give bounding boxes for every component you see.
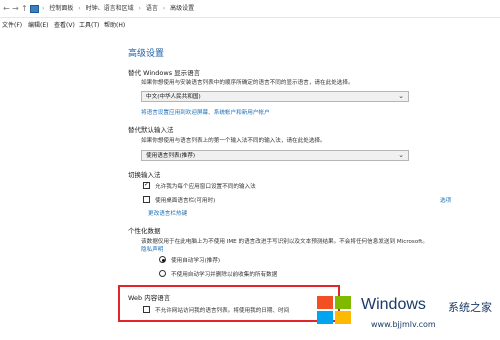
forward-arrow-icon[interactable]: → <box>12 4 19 14</box>
display-language-dropdown[interactable]: 中文(中华人民共和国) ⌄ <box>141 91 409 102</box>
breadcrumb[interactable]: › 控制面板 › 时钟、语言和区域 › 语言 › 高级设置 <box>42 5 197 13</box>
watermark: Windows 系统之家 www.bjjmlv.com <box>305 290 500 340</box>
menu-bar: 文件(F) 编辑(E) 查看(V) 工具(T) 帮助(H) <box>0 19 500 32</box>
desktop-language-bar-label: 使用桌面语言栏(可用时) <box>155 198 216 204</box>
privacy-statement-link[interactable]: 隐私声明 <box>141 245 163 253</box>
chevron-down-icon: ⌄ <box>398 151 404 159</box>
display-language-title: 替代 Windows 显示语言 <box>128 69 201 77</box>
breadcrumb-item-advanced-settings[interactable]: 高级设置 <box>170 5 194 12</box>
per-app-input-label: 允许我为每个应用窗口设置不同的输入法 <box>155 184 256 190</box>
no-auto-learning-label: 不使用自动学习并删除以前收集的所有数据 <box>171 272 278 278</box>
watermark-windows-text: Windows <box>361 296 426 313</box>
default-input-title: 替代默认输入法 <box>128 126 174 134</box>
breadcrumb-separator: › <box>78 5 81 12</box>
address-bar: ← → ↑ › 控制面板 › 时钟、语言和区域 › 语言 › 高级设置 <box>0 0 500 18</box>
display-language-desc: 如果你想使用与安装语言列表中的顺序所确定的语言不同的显示语言，请在此处选择。 <box>141 80 354 86</box>
display-language-value: 中文(中华人民共和国) <box>146 94 201 100</box>
menu-view[interactable]: 查看(V) <box>54 22 75 30</box>
personalization-desc: 该数据仅用于在此电脑上为不使用 IME 的语言改进手写识别以及文本预测结果。不会… <box>141 239 428 245</box>
auto-learning-radio[interactable] <box>159 256 166 263</box>
language-bar-options-link[interactable]: 选项 <box>440 196 451 204</box>
default-input-value: 使用语言列表(推荐) <box>146 153 196 159</box>
back-arrow-icon[interactable]: ← <box>3 4 10 14</box>
up-arrow-icon[interactable]: ↑ <box>21 4 28 14</box>
windows-logo-icon <box>317 296 355 328</box>
desktop-language-bar-checkbox[interactable] <box>143 196 150 203</box>
watermark-site-name: 系统之家 <box>448 301 492 314</box>
page-title: 高级设置 <box>128 49 165 59</box>
breadcrumb-item-clock-language-region[interactable]: 时钟、语言和区域 <box>86 5 134 12</box>
switch-input-title: 切换输入法 <box>128 171 161 179</box>
breadcrumb-separator: › <box>42 5 45 12</box>
per-app-input-checkbox[interactable] <box>143 181 150 189</box>
breadcrumb-item-control-panel[interactable]: 控制面板 <box>49 5 73 12</box>
apply-language-settings-link[interactable]: 将语言设置应用到欢迎屏幕、系统帐户和新用户帐户 <box>141 108 270 116</box>
default-input-dropdown[interactable]: 使用语言列表(推荐) ⌄ <box>141 150 409 161</box>
menu-tools[interactable]: 工具(T) <box>79 22 99 30</box>
breadcrumb-item-language[interactable]: 语言 <box>146 5 158 12</box>
auto-learning-label: 使用自动学习(推荐) <box>171 258 221 264</box>
menu-file[interactable]: 文件(F) <box>2 22 22 30</box>
control-panel-icon <box>30 5 39 13</box>
default-input-desc: 如果你想使用与语言列表上的第一个输入法不同的输入法，请在此处选择。 <box>141 138 326 144</box>
menu-edit[interactable]: 编辑(E) <box>28 22 48 30</box>
breadcrumb-separator: › <box>138 5 141 12</box>
breadcrumb-separator: › <box>162 5 166 12</box>
no-auto-learning-radio[interactable] <box>159 270 166 277</box>
menu-help[interactable]: 帮助(H) <box>104 22 125 30</box>
change-language-bar-hotkeys-link[interactable]: 更改语言栏热键 <box>148 209 187 217</box>
personalization-title: 个性化数据 <box>128 227 161 235</box>
watermark-url: www.bjjmlv.com <box>371 320 436 329</box>
chevron-down-icon: ⌄ <box>398 92 404 100</box>
